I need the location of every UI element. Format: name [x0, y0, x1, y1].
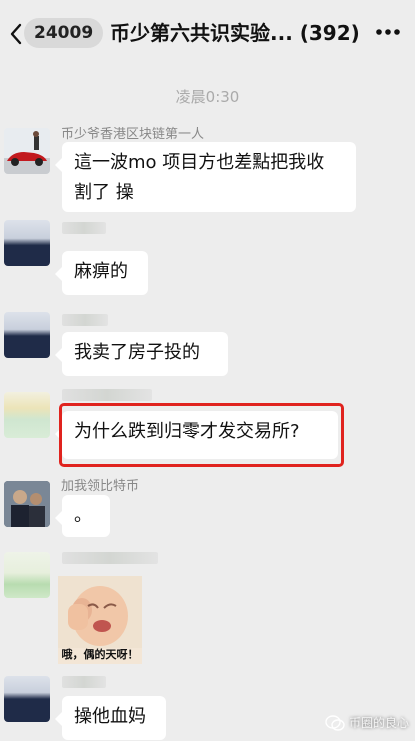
back-arrow-icon[interactable]	[8, 22, 24, 46]
watermark: 币圈的良心	[325, 714, 409, 731]
message-text: 麻痹的	[74, 261, 128, 282]
car-photo-icon	[4, 128, 50, 174]
crying-baby-sticker[interactable]: 哦，偶的天呀！	[58, 576, 142, 664]
blurred-sender-name	[62, 314, 108, 326]
message-bubble[interactable]: 我卖了房子投的	[55, 332, 228, 376]
blurred-sender-name	[62, 389, 152, 401]
sticker-caption: 哦，偶的天呀！	[61, 648, 139, 661]
message-text: 操他血妈	[74, 706, 146, 727]
message-bubble[interactable]: 這一波mo 项目方也差點把我收 割了 操	[55, 142, 356, 212]
avatar[interactable]	[4, 128, 50, 174]
crying-baby-icon	[58, 576, 142, 648]
avatar[interactable]	[4, 676, 50, 722]
blurred-sender-name	[62, 676, 106, 688]
sender-name: 加我领比特币	[61, 479, 140, 494]
message-text-line: 割了 操	[74, 182, 134, 203]
watermark-text: 币圈的良心	[348, 716, 409, 730]
unread-count-badge[interactable]: 24009	[24, 18, 104, 48]
message-text: 。	[74, 505, 92, 526]
avatar[interactable]	[4, 312, 50, 358]
avatar[interactable]	[4, 392, 50, 438]
chat-title: 币少第六共识实验... (392)	[110, 21, 360, 45]
chat-screen: 24009 币少第六共识实验... (392) 凌晨0:30 币少爷香港区块链第…	[0, 0, 415, 741]
blurred-sender-name	[62, 552, 158, 564]
person-photo-icon	[4, 481, 50, 527]
chat-header: 24009 币少第六共识实验... (392)	[0, 0, 415, 70]
avatar[interactable]	[4, 220, 50, 266]
message-bubble[interactable]: 操他血妈	[55, 696, 166, 740]
red-highlight-box	[59, 403, 344, 467]
avatar[interactable]	[4, 552, 50, 598]
wechat-logo-icon	[325, 714, 345, 731]
blurred-sender-name	[62, 222, 106, 234]
message-bubble[interactable]: 。	[55, 495, 110, 537]
message-timestamp: 凌晨0:30	[175, 88, 240, 106]
sender-name: 币少爷香港区块链第一人	[61, 127, 205, 142]
message-text: 我卖了房子投的	[74, 342, 200, 363]
avatar[interactable]	[4, 481, 50, 527]
message-bubble[interactable]: 麻痹的	[55, 251, 148, 295]
more-options-icon[interactable]	[375, 28, 401, 36]
message-text-line: 這一波mo 项目方也差點把我收	[74, 152, 325, 173]
